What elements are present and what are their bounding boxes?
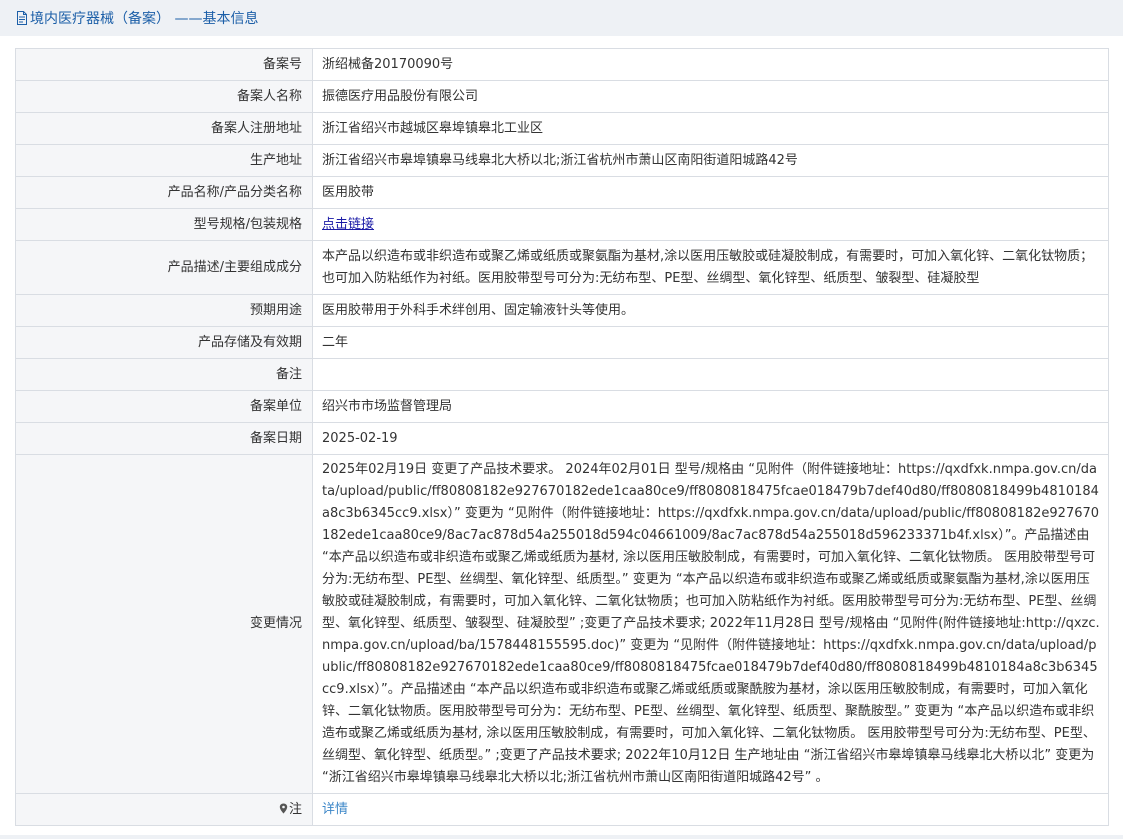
table-row: 备案号 浙绍械备20170090号 xyxy=(15,48,1109,81)
note-label-text: 注 xyxy=(288,801,302,817)
table-row: 备注 xyxy=(15,358,1109,391)
location-pin-icon xyxy=(279,803,288,813)
row-label: 备案日期 xyxy=(15,422,313,455)
page-header: 境内医疗器械（备案） ——基本信息 xyxy=(0,0,1123,36)
spec-link[interactable]: 点击链接 xyxy=(322,217,374,232)
row-value: 振德医疗用品股份有限公司 xyxy=(312,80,1109,113)
row-value: 本产品以织造布或非织造布或聚乙烯或纸质或聚氨酯为基材,涂以医用压敏胶或硅凝胶制成… xyxy=(312,240,1109,295)
table-row: 备案单位 绍兴市市场监督管理局 xyxy=(15,390,1109,423)
row-value: 浙绍械备20170090号 xyxy=(312,48,1109,81)
table-row: 产品名称/产品分类名称 医用胶带 xyxy=(15,176,1109,209)
table-row: 备案人名称 振德医疗用品股份有限公司 xyxy=(15,80,1109,113)
info-table: 备案号 浙绍械备20170090号 备案人名称 振德医疗用品股份有限公司 备案人… xyxy=(15,48,1109,826)
row-label-note: 注 xyxy=(15,793,313,826)
table-row: 型号规格/包装规格 点击链接 xyxy=(15,208,1109,241)
row-label: 产品名称/产品分类名称 xyxy=(15,176,313,209)
row-label: 备案号 xyxy=(15,48,313,81)
table-row: 产品存储及有效期 二年 xyxy=(15,326,1109,359)
table-row: 预期用途 医用胶带用于外科手术绊创用、固定输液针头等使用。 xyxy=(15,294,1109,327)
row-label: 生产地址 xyxy=(15,144,313,177)
info-panel: 备案号 浙绍械备20170090号 备案人名称 振德医疗用品股份有限公司 备案人… xyxy=(0,36,1123,835)
details-link[interactable]: 详情 xyxy=(322,802,348,817)
row-label: 预期用途 xyxy=(15,294,313,327)
row-label: 变更情况 xyxy=(15,454,313,794)
row-label: 备案人注册地址 xyxy=(15,112,313,145)
row-label: 备注 xyxy=(15,358,313,391)
row-value: 二年 xyxy=(312,326,1109,359)
row-value: 绍兴市市场监督管理局 xyxy=(312,390,1109,423)
row-label: 产品存储及有效期 xyxy=(15,326,313,359)
table-row: 备案日期 2025-02-19 xyxy=(15,422,1109,455)
row-value: 2025年02月19日 变更了产品技术要求。 2024年02月01日 型号/规格… xyxy=(312,454,1109,794)
row-value: 医用胶带 xyxy=(312,176,1109,209)
row-value: 2025-02-19 xyxy=(312,422,1109,455)
table-row: 生产地址 浙江省绍兴市皋埠镇皋马线皋北大桥以北;浙江省杭州市萧山区南阳街道阳城路… xyxy=(15,144,1109,177)
table-row: 备案人注册地址 浙江省绍兴市越城区皋埠镇皋北工业区 xyxy=(15,112,1109,145)
page: 境内医疗器械（备案） ——基本信息 备案号 浙绍械备20170090号 备案人名… xyxy=(0,0,1123,839)
table-row: 变更情况 2025年02月19日 变更了产品技术要求。 2024年02月01日 … xyxy=(15,454,1109,794)
page-title: 境内医疗器械（备案） ——基本信息 xyxy=(0,8,258,28)
row-label: 备案单位 xyxy=(15,390,313,423)
document-icon xyxy=(17,11,27,25)
row-value: 浙江省绍兴市越城区皋埠镇皋北工业区 xyxy=(312,112,1109,145)
row-label: 型号规格/包装规格 xyxy=(15,208,313,241)
row-value: 浙江省绍兴市皋埠镇皋马线皋北大桥以北;浙江省杭州市萧山区南阳街道阳城路42号 xyxy=(312,144,1109,177)
row-value-cell: 点击链接 xyxy=(312,208,1109,241)
row-label: 产品描述/主要组成成分 xyxy=(15,240,313,295)
table-row: 注 详情 xyxy=(15,793,1109,826)
row-label: 备案人名称 xyxy=(15,80,313,113)
row-value xyxy=(312,358,1109,391)
row-value: 医用胶带用于外科手术绊创用、固定输液针头等使用。 xyxy=(312,294,1109,327)
row-value-cell: 详情 xyxy=(312,793,1109,826)
page-title-text: 境内医疗器械（备案） ——基本信息 xyxy=(30,11,259,27)
table-row: 产品描述/主要组成成分 本产品以织造布或非织造布或聚乙烯或纸质或聚氨酯为基材,涂… xyxy=(15,240,1109,295)
